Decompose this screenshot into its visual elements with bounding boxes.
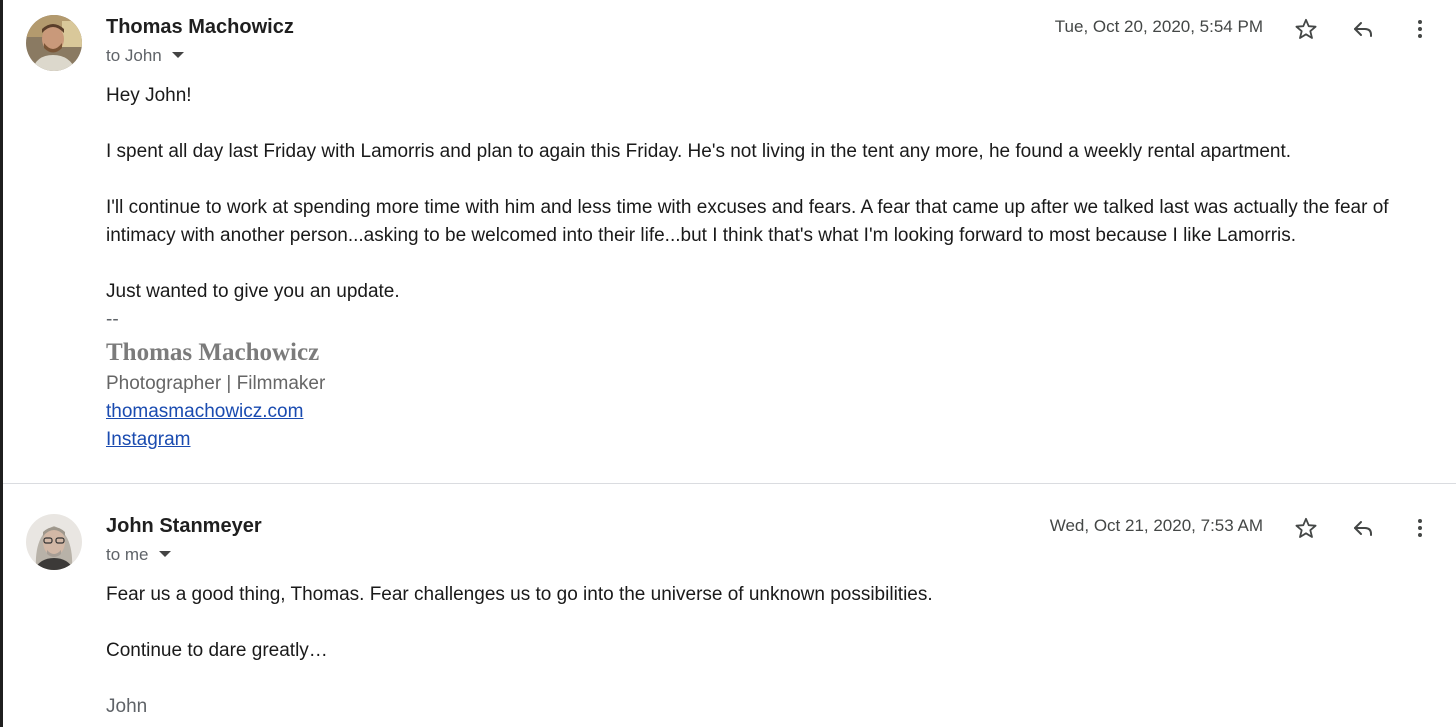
email-message-thomas: Thomas Machowicz to John Tue, Oct 20, 20… [0, 0, 1456, 484]
signature-role: Photographer | Filmmaker [106, 373, 326, 394]
sender-name[interactable]: Thomas Machowicz [106, 16, 294, 39]
body-paragraph: I'll continue to work at spending more t… [106, 197, 1389, 246]
more-options-button[interactable] [1404, 13, 1436, 45]
recipient-text: to me [106, 545, 149, 564]
body-paragraph: Just wanted to give you an update. [106, 281, 400, 302]
star-outline-icon [1295, 18, 1317, 39]
message-date: Tue, Oct 20, 2020, 5:54 PM [1054, 17, 1263, 36]
caret-down-icon[interactable] [158, 550, 171, 557]
signature-separator: -- [106, 309, 119, 330]
message-divider [3, 483, 1456, 484]
reply-arrow-icon [1354, 22, 1372, 37]
avatar[interactable] [26, 15, 82, 71]
email-message-john: John Stanmeyer to me Wed, Oct 21, 2020, … [0, 486, 1456, 727]
greeting: Hey John! [106, 85, 192, 106]
reply-arrow-icon [1354, 521, 1372, 536]
avatar-photo [26, 514, 82, 570]
sender-name[interactable]: John Stanmeyer [106, 515, 262, 538]
star-button[interactable] [1290, 512, 1322, 544]
avatar[interactable] [26, 514, 82, 570]
more-vertical-icon [1418, 20, 1422, 38]
recipient-line[interactable]: to John [106, 46, 184, 66]
more-options-button[interactable] [1404, 512, 1436, 544]
signature-website-link[interactable]: thomasmachowicz.com [106, 398, 303, 426]
message-date: Wed, Oct 21, 2020, 7:53 AM [1049, 516, 1263, 535]
signoff: John [106, 696, 148, 717]
reply-button[interactable] [1347, 512, 1379, 544]
more-vertical-icon [1418, 519, 1422, 537]
body-paragraph: I spent all day last Friday with Lamorri… [106, 141, 1292, 162]
caret-down-icon[interactable] [171, 51, 184, 58]
recipient-line[interactable]: to me [106, 545, 171, 565]
avatar-photo [26, 15, 82, 71]
body-paragraph: Continue to dare greatly… [106, 640, 328, 661]
signature-instagram-link[interactable]: Instagram [106, 426, 190, 454]
body-paragraph: Fear us a good thing, Thomas. Fear chall… [106, 584, 933, 605]
reply-button[interactable] [1347, 13, 1379, 45]
message-body: Hey John! I spent all day last Friday wi… [106, 82, 1446, 454]
star-button[interactable] [1290, 13, 1322, 45]
star-outline-icon [1295, 517, 1317, 538]
recipient-text: to John [106, 46, 162, 65]
signature-name: Thomas Machowicz [106, 339, 320, 366]
message-body: Fear us a good thing, Thomas. Fear chall… [106, 581, 1446, 721]
